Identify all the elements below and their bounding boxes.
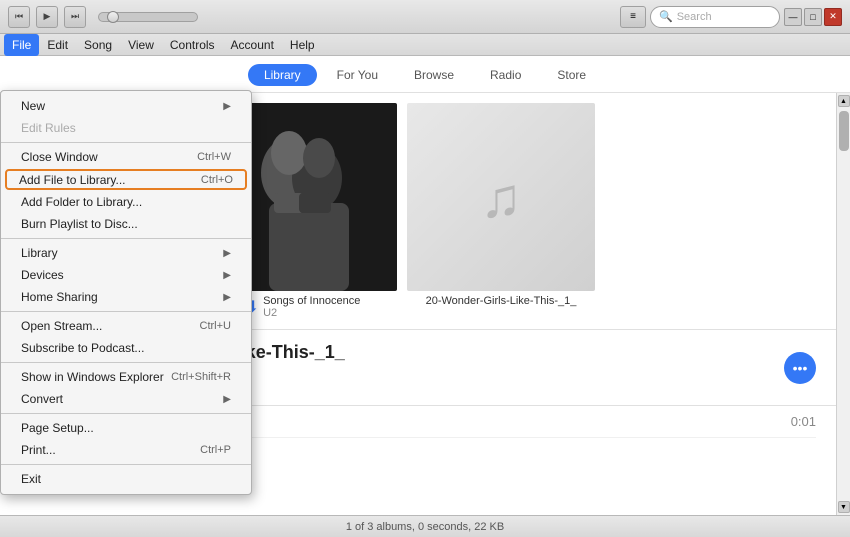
menu-close-window[interactable]: Close Window Ctrl+W: [1, 146, 251, 168]
list-view-button[interactable]: ≡: [620, 6, 646, 28]
more-options-button[interactable]: •••: [784, 352, 816, 384]
menu-open-stream[interactable]: Open Stream... Ctrl+U: [1, 315, 251, 337]
menu-show-explorer[interactable]: Show in Windows Explorer Ctrl+Shift+R: [1, 366, 251, 388]
progress-thumb: [107, 11, 119, 23]
shortcut-add-file: Ctrl+O: [201, 174, 233, 186]
arrow-icon-devices: ▶: [223, 270, 231, 281]
menu-new[interactable]: New ▶: [1, 95, 251, 117]
status-bar: 1 of 3 albums, 0 seconds, 22 KB: [0, 515, 850, 537]
arrow-icon: ▶: [223, 101, 231, 112]
status-text: 1 of 3 albums, 0 seconds, 22 KB: [346, 521, 504, 533]
menu-bar: File Edit Song View Controls Account Hel…: [0, 34, 850, 56]
scrollbar[interactable]: ▲ ▼: [836, 93, 850, 515]
window-controls: — □ ✕: [784, 8, 842, 26]
shortcut-explorer: Ctrl+Shift+R: [171, 371, 231, 383]
scroll-down-arrow[interactable]: ▼: [838, 501, 850, 513]
menu-exit[interactable]: Exit: [1, 468, 251, 490]
menu-item-view[interactable]: View: [120, 34, 162, 56]
menu-library[interactable]: Library ▶: [1, 242, 251, 264]
menu-item-edit[interactable]: Edit: [39, 34, 76, 56]
menu-print[interactable]: Print... Ctrl+P: [1, 439, 251, 461]
tab-library[interactable]: Library: [248, 64, 317, 86]
shortcut-close: Ctrl+W: [197, 151, 231, 163]
scroll-thumb[interactable]: [839, 111, 849, 151]
menu-item-file[interactable]: File: [4, 34, 39, 56]
arrow-icon-sharing: ▶: [223, 292, 231, 303]
title-bar: ⏮ ▶ ⏭ ≡ 🔍 Search — □ ✕: [0, 0, 850, 34]
maximize-button[interactable]: □: [804, 8, 822, 26]
menu-devices[interactable]: Devices ▶: [1, 264, 251, 286]
separator-5: [1, 413, 251, 414]
music-note-icon: ♫: [480, 165, 522, 230]
title-bar-right: ≡ 🔍 Search — □ ✕: [620, 6, 842, 28]
menu-page-setup[interactable]: Page Setup...: [1, 417, 251, 439]
u2-album-meta: ⬇ Songs of Innocence U2: [246, 295, 361, 319]
menu-edit-rules: Edit Rules: [1, 117, 251, 139]
next-button[interactable]: ⏭: [64, 6, 86, 28]
tab-for-you[interactable]: For You: [321, 64, 394, 86]
minimize-button[interactable]: —: [784, 8, 802, 26]
u2-title: Songs of Innocence U2: [263, 295, 360, 319]
search-icon: 🔍: [659, 10, 673, 23]
tab-browse[interactable]: Browse: [398, 64, 470, 86]
menu-item-account[interactable]: Account: [223, 34, 282, 56]
u2-album-artist: U2: [263, 307, 360, 319]
menu-burn-playlist[interactable]: Burn Playlist to Disc...: [1, 213, 251, 235]
tab-store[interactable]: Store: [541, 64, 602, 86]
play-button[interactable]: ▶: [36, 6, 58, 28]
arrow-icon-convert: ▶: [223, 394, 231, 405]
u2-album-title: Songs of Innocence: [263, 295, 360, 307]
progress-bar[interactable]: [98, 12, 198, 22]
placeholder-album-title: 20-Wonder-Girls-Like-This-_1_: [426, 295, 577, 307]
separator-3: [1, 311, 251, 312]
separator-2: [1, 238, 251, 239]
menu-home-sharing[interactable]: Home Sharing ▶: [1, 286, 251, 308]
search-box[interactable]: 🔍 Search: [650, 6, 780, 28]
shortcut-print: Ctrl+P: [200, 444, 231, 456]
menu-subscribe-podcast[interactable]: Subscribe to Podcast...: [1, 337, 251, 359]
nav-tabs: Library For You Browse Radio Store: [0, 56, 850, 93]
dropdown-menu-container: New ▶ Edit Rules Close Window Ctrl+W Add…: [0, 90, 252, 495]
separator-4: [1, 362, 251, 363]
shortcut-stream: Ctrl+U: [200, 320, 231, 332]
album-item-placeholder: ♫ 20-Wonder-Girls-Like-This-_1_: [406, 103, 596, 319]
arrow-icon-library: ▶: [223, 248, 231, 259]
track-duration: 0:01: [791, 414, 816, 429]
file-dropdown-menu: New ▶ Edit Rules Close Window Ctrl+W Add…: [0, 90, 252, 495]
tab-radio[interactable]: Radio: [474, 64, 537, 86]
album-art-placeholder[interactable]: ♫: [407, 103, 595, 291]
scroll-up-arrow[interactable]: ▲: [838, 95, 850, 107]
menu-item-help[interactable]: Help: [282, 34, 323, 56]
prev-button[interactable]: ⏮: [8, 6, 30, 28]
placeholder-meta: 20-Wonder-Girls-Like-This-_1_: [426, 295, 577, 307]
separator-1: [1, 142, 251, 143]
menu-add-file[interactable]: Add File to Library... Ctrl+O: [5, 169, 247, 190]
search-placeholder: Search: [677, 11, 712, 23]
close-button[interactable]: ✕: [824, 8, 842, 26]
menu-convert[interactable]: Convert ▶: [1, 388, 251, 410]
title-bar-left: ⏮ ▶ ⏭: [8, 6, 204, 28]
separator-6: [1, 464, 251, 465]
app-window: ⏮ ▶ ⏭ ≡ 🔍 Search — □ ✕ File Edit Song Vi…: [0, 0, 850, 537]
menu-item-song[interactable]: Song: [76, 34, 120, 56]
menu-item-controls[interactable]: Controls: [162, 34, 223, 56]
menu-add-folder[interactable]: Add Folder to Library...: [1, 191, 251, 213]
